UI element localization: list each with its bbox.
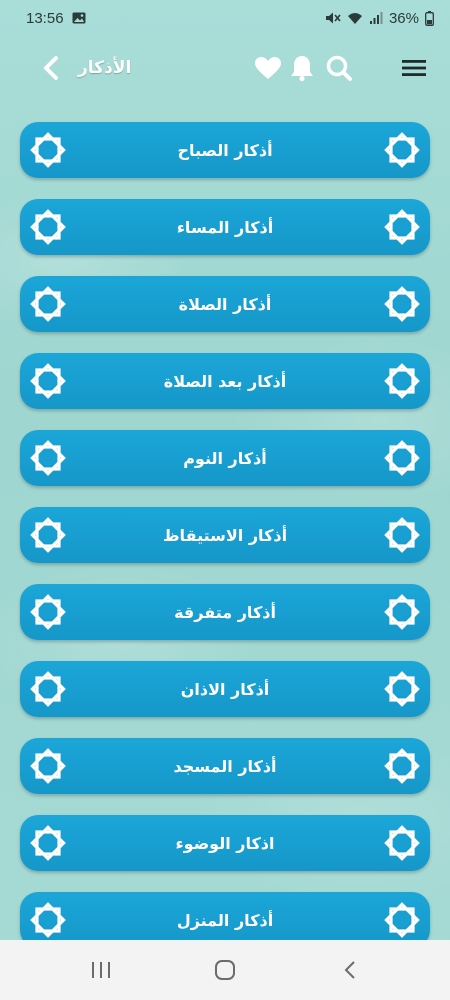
star-ornament-icon (382, 284, 422, 324)
star-ornament-icon (382, 746, 422, 786)
system-navigation-bar (0, 940, 450, 1000)
star-ornament-icon (382, 130, 422, 170)
star-ornament-icon (28, 669, 68, 709)
azkar-item-label: أذكار الصباح (177, 140, 273, 160)
search-button[interactable] (325, 54, 353, 82)
wifi-icon (347, 11, 363, 25)
star-ornament-icon (382, 361, 422, 401)
star-ornament-icon (28, 823, 68, 863)
star-ornament-icon (382, 515, 422, 555)
azkar-item-label: أذكار متفرقة (174, 602, 276, 622)
azkar-item-label: أذكار المسجد (173, 756, 277, 776)
battery-icon (425, 10, 434, 26)
star-ornament-icon (28, 746, 68, 786)
menu-button[interactable] (400, 56, 428, 80)
azkar-item-label: أذكار الاذان (180, 679, 270, 699)
azkar-list-item[interactable]: أذكار المساء (20, 199, 430, 255)
back-arrow-icon (344, 961, 355, 979)
star-ornament-icon (382, 823, 422, 863)
search-icon (326, 55, 352, 81)
star-ornament-icon (28, 900, 68, 940)
home-button[interactable] (212, 958, 238, 982)
chevron-left-icon (44, 56, 58, 80)
azkar-item-label: أذكار المنزل (176, 910, 274, 930)
star-ornament-icon (382, 207, 422, 247)
heart-icon (255, 57, 281, 79)
back-button[interactable] (38, 54, 66, 82)
status-right: 36% (325, 10, 434, 27)
recent-apps-button[interactable] (88, 958, 114, 982)
azkar-item-label: أذكار بعد الصلاة (163, 371, 287, 391)
azkar-item-label: أذكار الصلاة (178, 294, 272, 314)
azkar-list-item[interactable]: أذكار بعد الصلاة (20, 353, 430, 409)
azkar-list-item[interactable]: اذكار الوضوء (20, 815, 430, 871)
gallery-notification-icon (72, 12, 86, 24)
star-ornament-icon (382, 438, 422, 478)
star-ornament-icon (28, 130, 68, 170)
page-title: الأذكار (78, 58, 132, 78)
star-ornament-icon (28, 438, 68, 478)
mute-icon (325, 11, 341, 25)
azkar-list-item[interactable]: أذكار متفرقة (20, 584, 430, 640)
favorites-button[interactable] (254, 56, 282, 80)
azkar-list-item[interactable]: أذكار الصباح (20, 122, 430, 178)
azkar-list-item[interactable]: أذكار الصلاة (20, 276, 430, 332)
star-ornament-icon (28, 592, 68, 632)
home-icon (215, 960, 235, 980)
azkar-item-label: أذكار المساء (176, 217, 274, 237)
recent-apps-icon (92, 962, 110, 978)
azkar-list: أذكار الصباح أذكار المساء أذكار الصلاة أذكا… (0, 120, 450, 940)
azkar-item-label: أذكار النوم (183, 448, 267, 468)
star-ornament-icon (382, 669, 422, 709)
azkar-list-item[interactable]: أذكار الاستيقاظ (20, 507, 430, 563)
azkar-list-item[interactable]: أذكار الاذان (20, 661, 430, 717)
status-bar: 13:56 36% (0, 0, 450, 36)
hamburger-menu-icon (402, 60, 426, 76)
bell-icon (291, 56, 313, 82)
azkar-item-label: اذكار الوضوء (175, 833, 275, 853)
signal-icon (369, 11, 383, 25)
notifications-button[interactable] (289, 54, 315, 82)
azkar-item-label: أذكار الاستيقاظ (162, 525, 288, 545)
star-ornament-icon (28, 361, 68, 401)
battery-percent: 36% (388, 9, 419, 27)
status-time: 13:56 (26, 9, 64, 27)
system-back-button[interactable] (338, 958, 364, 982)
status-left: 13:56 (26, 10, 86, 27)
app-bar: الأذكار (0, 44, 450, 92)
star-ornament-icon (382, 900, 422, 940)
azkar-list-item[interactable]: أذكار المنزل (20, 892, 430, 940)
star-ornament-icon (382, 592, 422, 632)
star-ornament-icon (28, 515, 68, 555)
azkar-list-item[interactable]: أذكار النوم (20, 430, 430, 486)
azkar-list-item[interactable]: أذكار المسجد (20, 738, 430, 794)
star-ornament-icon (28, 284, 68, 324)
star-ornament-icon (28, 207, 68, 247)
